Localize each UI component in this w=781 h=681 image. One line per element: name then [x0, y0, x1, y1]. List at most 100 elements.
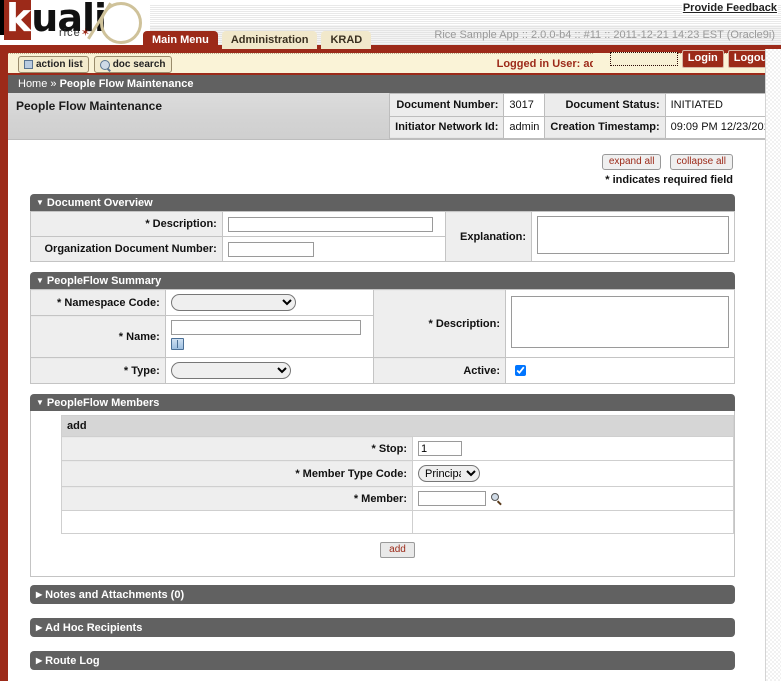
section-header-adhoc[interactable]: ▶ Ad Hoc Recipients: [30, 618, 735, 637]
section-title-peopleflow-members: PeopleFlow Members: [46, 397, 160, 409]
initiator-value: admin: [503, 115, 546, 139]
doc-status-value: INITIATED: [664, 93, 781, 117]
portal-button-group: action list doc search: [18, 56, 172, 73]
table-row: [61, 510, 734, 534]
action-list-icon: [24, 60, 33, 69]
section-header-notes[interactable]: ▶ Notes and Attachments (0): [30, 585, 735, 604]
peopleflow-members-body: add * Stop: * Member Type Code: Principa…: [30, 411, 735, 577]
logged-in-user-label: Logged in User: adm: [496, 58, 606, 70]
table-row: add: [61, 415, 734, 437]
explanation-textarea[interactable]: [537, 216, 729, 254]
collapse-all-button[interactable]: collapse all: [669, 154, 733, 170]
member-type-code-label: * Member Type Code:: [61, 460, 413, 487]
active-checkbox[interactable]: [515, 365, 526, 376]
section-header-route-log[interactable]: ▶ Route Log: [30, 651, 735, 670]
chevron-right-icon: ▶: [36, 623, 43, 632]
section-header-peopleflow-summary[interactable]: ▼ PeopleFlow Summary: [30, 272, 735, 289]
section-peopleflow-summary: ▼ PeopleFlow Summary * Namespace Code: * …: [30, 272, 735, 384]
page-frame: action list doc search Logged in User: a…: [0, 45, 781, 681]
expand-collapse-row: expand all collapse all: [8, 140, 781, 170]
breadcrumb-home-link[interactable]: Home: [18, 78, 47, 90]
section-peopleflow-members: ▼PeopleFlow Members add * Stop: * Member…: [30, 394, 735, 577]
doc-search-label: doc search: [112, 59, 166, 70]
creation-timestamp-label: Creation Timestamp:: [544, 115, 666, 139]
document-info-table: Document Number: 3017 Document Status: I…: [389, 93, 781, 139]
initiator-label: Initiator Network Id:: [389, 115, 505, 139]
login-button[interactable]: Login: [681, 50, 724, 68]
member-type-code-select[interactable]: Principal: [418, 465, 480, 482]
active-label: Active:: [373, 357, 506, 384]
breadcrumb-current: People Flow Maintenance: [59, 78, 194, 90]
add-member-button[interactable]: add: [380, 542, 415, 558]
member-input[interactable]: [418, 491, 486, 506]
page-header: Provide Feedback Rice Sample App :: 2.0.…: [0, 0, 781, 49]
tab-krad[interactable]: KRAD: [321, 31, 372, 49]
section-ad-hoc-recipients: ▶ Ad Hoc Recipients: [30, 618, 735, 637]
summary-description-label: * Description:: [373, 289, 506, 358]
name-lookup-book-icon[interactable]: [170, 338, 184, 350]
table-row: * Description: Explanation:: [30, 211, 735, 262]
summary-description-textarea[interactable]: [511, 296, 729, 348]
doc-status-label: Document Status:: [544, 93, 666, 117]
explanation-label: Explanation:: [444, 211, 533, 262]
tab-administration[interactable]: Administration: [221, 31, 318, 49]
provide-feedback-link[interactable]: Provide Feedback: [681, 2, 778, 14]
members-add-button-row: add: [61, 534, 734, 570]
doc-search-button[interactable]: doc search: [93, 56, 172, 73]
stop-input[interactable]: [418, 441, 462, 456]
table-row: * Namespace Code: * Description:: [30, 289, 735, 358]
table-row: Initiator Network Id: admin Creation Tim…: [389, 115, 781, 139]
table-row: Document Number: 3017 Document Status: I…: [389, 93, 781, 117]
member-label: * Member:: [61, 486, 413, 511]
description-input[interactable]: [227, 216, 433, 232]
vertical-scrollbar[interactable]: [765, 49, 781, 681]
page-title: People Flow Maintenance: [16, 99, 163, 113]
name-input[interactable]: [170, 320, 361, 335]
breadcrumb: Home » People Flow Maintenance: [8, 75, 781, 93]
section-header-peopleflow-members[interactable]: ▼ PeopleFlow Members: [30, 394, 735, 411]
doc-number-value: 3017: [503, 93, 546, 117]
section-route-log: ▶ Route Log: [30, 651, 735, 670]
doc-search-icon: [99, 59, 110, 70]
action-list-button[interactable]: action list: [18, 56, 89, 73]
section-title-adhoc: Ad Hoc Recipients: [45, 622, 143, 634]
chevron-right-icon: ▶: [36, 590, 43, 599]
name-label: * Name:: [30, 315, 166, 358]
main-content: People Flow Maintenance Document Number:…: [8, 93, 781, 681]
stop-label: * Stop:: [61, 436, 413, 461]
expand-all-button[interactable]: expand all: [601, 154, 662, 170]
type-select[interactable]: [170, 362, 291, 379]
namespace-code-label: * Namespace Code:: [30, 289, 166, 316]
login-input[interactable]: [609, 52, 678, 66]
member-lookup-magnifier-icon[interactable]: [491, 492, 502, 504]
required-field-note: * indicates required field: [605, 174, 733, 186]
table-row: * Type: Active:: [30, 357, 735, 384]
login-area: Login Logout: [609, 50, 777, 68]
kuali-logo[interactable]: kuali rice✶: [0, 0, 150, 45]
org-doc-number-input[interactable]: [227, 241, 314, 257]
section-title-document-overview: Document Overview: [46, 197, 153, 209]
section-header-document-overview[interactable]: ▼ Document Overview: [30, 194, 735, 211]
peopleflow-summary-grid: * Namespace Code: * Description: * Name:: [30, 289, 735, 384]
section-title-peopleflow-summary: PeopleFlow Summary: [46, 275, 162, 287]
description-label: * Description:: [30, 211, 223, 237]
section-notes-and-attachments: ▶ Notes and Attachments (0): [30, 585, 735, 604]
document-overview-grid: * Description: Explanation: Organization…: [30, 211, 735, 262]
chevron-down-icon: ▼: [36, 198, 44, 207]
members-add-header: add: [61, 415, 734, 437]
section-title-route-log: Route Log: [45, 655, 100, 667]
namespace-code-select[interactable]: [170, 294, 296, 311]
table-row: * Stop:: [61, 436, 734, 461]
table-row: * Member:: [61, 486, 734, 511]
peopleflow-members-grid: add * Stop: * Member Type Code: Principa…: [61, 415, 734, 534]
doc-number-label: Document Number:: [389, 93, 505, 117]
document-header: People Flow Maintenance Document Number:…: [8, 93, 781, 140]
section-title-notes: Notes and Attachments (0): [45, 589, 185, 601]
tab-main-menu[interactable]: Main Menu: [143, 31, 218, 49]
type-label: * Type:: [30, 357, 166, 384]
section-document-overview: ▼ Document Overview * Description: Explan…: [30, 194, 735, 262]
breadcrumb-separator: »: [50, 78, 57, 90]
creation-timestamp-value: 09:09 PM 12/23/2011: [664, 115, 781, 139]
action-list-label: action list: [36, 59, 83, 70]
main-tab-bar[interactable]: Main Menu Administration KRAD: [143, 31, 372, 49]
